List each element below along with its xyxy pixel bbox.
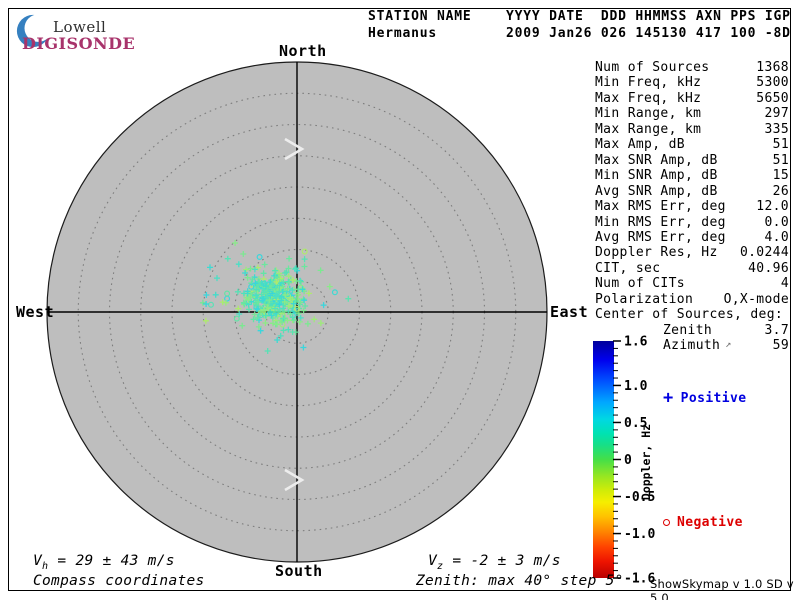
stat-row: Max SNR Amp, dB 51: [595, 153, 789, 168]
stat-label: Max SNR Amp, dB: [595, 152, 718, 168]
stat-value: 59: [772, 338, 789, 354]
stat-row: Min RMS Err, deg 0.0: [595, 215, 789, 230]
stat-label: Max Freq, kHz: [595, 90, 702, 106]
azimuth-arrow-icon: ↗: [725, 339, 732, 351]
stat-label: Doppler Res, Hz: [595, 245, 718, 261]
stat-value: 12.0: [756, 199, 789, 215]
stat-value: 40.96: [748, 260, 789, 276]
horizontal-velocity-readout: Vh = 29 ± 43 m/s: [33, 553, 175, 572]
header-values: Hermanus 2009 Jan26 026 145130 417 100 -…: [368, 25, 791, 41]
stat-row: Min Freq, kHz 5300: [595, 75, 789, 90]
stat-value: 15: [772, 168, 789, 184]
stat-label: Center of Sources, deg:: [595, 307, 784, 323]
zenith-scale-note: Zenith: max 40° step 5°: [416, 573, 624, 589]
coordinates-note: Compass coordinates: [33, 573, 205, 589]
stat-row: Max Amp, dB 51: [595, 137, 789, 152]
vertical-velocity-readout: Vz = -2 ± 3 m/s: [428, 553, 561, 572]
colorbar-tick-label: 0: [624, 453, 632, 468]
stat-row: Polarization O,X-mode: [595, 292, 789, 307]
colorbar-axis-label: Doppler, Hz: [639, 424, 653, 500]
stat-row: Azimuth ↗ 59: [595, 338, 789, 354]
stat-label: Num of Sources: [595, 60, 710, 75]
stats-panel: Num of Sources 1368 Min Freq, kHz 5300 Max F…: [595, 60, 789, 355]
stat-value: 335: [764, 121, 789, 137]
stat-row: Min Range, km 297: [595, 106, 789, 121]
stat-label: Max Range, km: [595, 121, 702, 137]
stat-label: Avg SNR Amp, dB: [595, 183, 718, 199]
stat-value: 1368: [756, 60, 789, 75]
colorbar-tick-label: -1.0: [624, 527, 655, 542]
compass-south-label: South: [275, 562, 323, 580]
stat-row: Num of CITs 4: [595, 276, 789, 291]
stat-value: 5650: [756, 90, 789, 106]
app-version: ShowSkymap v 1.0 SD v 5.0: [650, 577, 794, 600]
stat-value: 0.0: [764, 214, 789, 230]
stat-row: Zenith 3.7: [595, 323, 789, 338]
stat-value: O,X-mode: [723, 291, 789, 307]
stat-row: Doppler Res, Hz 0.0244: [595, 245, 789, 260]
circle-icon: [663, 519, 670, 526]
legend-negative: Negative: [663, 515, 743, 530]
stat-label: Min RMS Err, deg: [595, 214, 726, 230]
stat-row: Avg RMS Err, deg 4.0: [595, 230, 789, 245]
stat-value: 5300: [756, 75, 789, 91]
plus-icon: +: [663, 388, 674, 408]
stat-value: 3.7: [764, 322, 789, 338]
stat-label: CIT, sec: [595, 260, 661, 276]
skymap-plot: [46, 61, 548, 563]
stat-row: Max Freq, kHz 5650: [595, 91, 789, 106]
stat-row: CIT, sec 40.96: [595, 261, 789, 276]
stat-row: Num of Sources 1368: [595, 60, 789, 75]
stat-label: Polarization: [595, 291, 694, 307]
stat-row: Max Range, km 335: [595, 122, 789, 137]
stat-row: Center of Sources, deg:: [595, 307, 789, 322]
compass-north-label: North: [279, 42, 327, 60]
stat-value: 4.0: [764, 229, 789, 245]
legend-negative-label: Negative: [677, 515, 743, 530]
doppler-colorbar: 1.61.00.50-0.5-1.0-1.6Doppler, Hz: [593, 335, 655, 587]
stat-value: 297: [764, 106, 789, 122]
stat-row: Min SNR Amp, dB 15: [595, 168, 789, 183]
stat-value: 51: [772, 152, 789, 168]
stat-label: Min Freq, kHz: [595, 75, 702, 91]
stat-label: Min Range, km: [595, 106, 702, 122]
stat-value: 51: [772, 137, 789, 153]
stat-value: 4: [780, 276, 789, 292]
stat-label: Min SNR Amp, dB: [595, 168, 718, 184]
digisonde-logo: Lowell DIGISONDE: [13, 10, 136, 53]
stat-label: Zenith: [663, 322, 713, 338]
stat-row: Max RMS Err, deg 12.0: [595, 199, 789, 214]
stat-label: Azimuth ↗: [663, 338, 732, 354]
stat-label: Max RMS Err, deg: [595, 199, 726, 215]
stat-label: Num of CITs: [595, 276, 685, 292]
station-header: STATION NAME YYYY DATE DDD HHMMSS AXN PP…: [368, 9, 791, 42]
colorbar-gradient: [593, 341, 614, 578]
stat-value: 26: [772, 183, 789, 199]
legend-positive: + Positive: [663, 388, 747, 408]
stat-label: Max Amp, dB: [595, 137, 685, 153]
stat-value: 0.0244: [739, 245, 789, 261]
compass-east-label: East: [550, 303, 589, 321]
showskymap-window: 1.6 1.0 0.5 0 -0.5 -1.0 -1.6 Doppler, Hz Lowell…: [0, 0, 800, 600]
stats-list: Num of Sources 1368 Min Freq, kHz 5300 Max F…: [595, 60, 789, 355]
header-columns: STATION NAME YYYY DATE DDD HHMMSS AXN PP…: [368, 9, 791, 24]
stat-row: Avg SNR Amp, dB 26: [595, 184, 789, 199]
logo-digisonde: DIGISONDE: [22, 34, 136, 53]
compass-west-label: West: [16, 303, 55, 321]
legend-positive-label: Positive: [680, 391, 747, 406]
colorbar-tick-label: 1.0: [624, 379, 648, 394]
stat-label: Avg RMS Err, deg: [595, 229, 726, 245]
